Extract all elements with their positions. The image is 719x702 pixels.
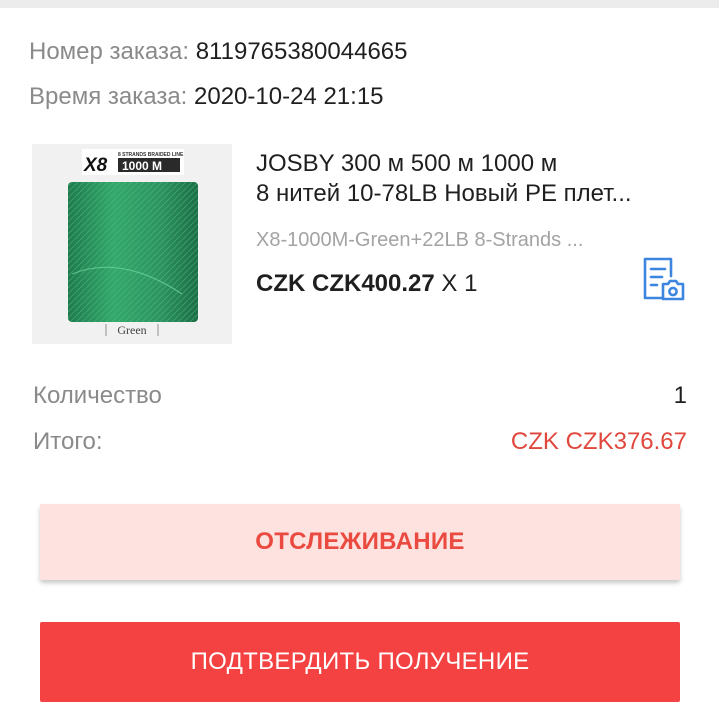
quantity-label: Количество — [33, 382, 162, 409]
product-image-art: X8 1000 M 8 STRANDS BRAIDED LINE Green — [32, 144, 232, 344]
product-title-line-1: JOSBY 300 м 500 м 1000 м — [256, 150, 558, 177]
total-value: CZK CZK376.67 — [510, 428, 687, 455]
order-time-label: Время заказа: — [29, 83, 188, 110]
product-title-line-2: 8 нитей 10-78LB Новый PE плет... — [256, 180, 632, 207]
order-number-value: 8119765380044665 — [195, 38, 408, 65]
order-time-value: 2020-10-24 21:15 — [194, 83, 384, 110]
top-divider — [0, 0, 719, 8]
order-time-row: Время заказа: 2020-10-24 21:15 — [29, 83, 384, 111]
tracking-button[interactable]: ОТСЛЕЖИВАНИЕ — [40, 504, 680, 580]
total-row: Итого: CZK CZK376.67 — [33, 428, 687, 456]
total-label: Итого: — [33, 428, 103, 455]
quantity-value: 1 — [673, 382, 687, 409]
order-number-label: Номер заказа: — [29, 38, 190, 65]
image-color-label: Green — [117, 323, 146, 337]
product-quantity: X 1 — [441, 270, 478, 297]
image-length-text: 1000 M — [122, 159, 162, 173]
image-brand-text: X8 — [83, 155, 108, 176]
order-number-row: Номер заказа: 8119765380044665 — [29, 38, 407, 66]
receipt-camera-icon[interactable] — [638, 254, 688, 304]
product-image[interactable]: X8 1000 M 8 STRANDS BRAIDED LINE Green — [32, 144, 232, 344]
product-sku: X8-1000M-Green+22LB 8-Strands ... — [256, 229, 584, 251]
image-subtitle-text: 8 STRANDS BRAIDED LINE — [118, 152, 184, 158]
product-price-line: CZK CZK400.27 X 1 — [256, 270, 477, 298]
product-title[interactable]: JOSBY 300 м 500 м 1000 м 8 нитей 10-78LB… — [256, 149, 696, 209]
quantity-row: Количество 1 — [33, 382, 687, 410]
product-price: CZK CZK400.27 — [256, 270, 435, 297]
confirm-receipt-button[interactable]: ПОДТВЕРДИТЬ ПОЛУЧЕНИЕ — [40, 622, 680, 702]
